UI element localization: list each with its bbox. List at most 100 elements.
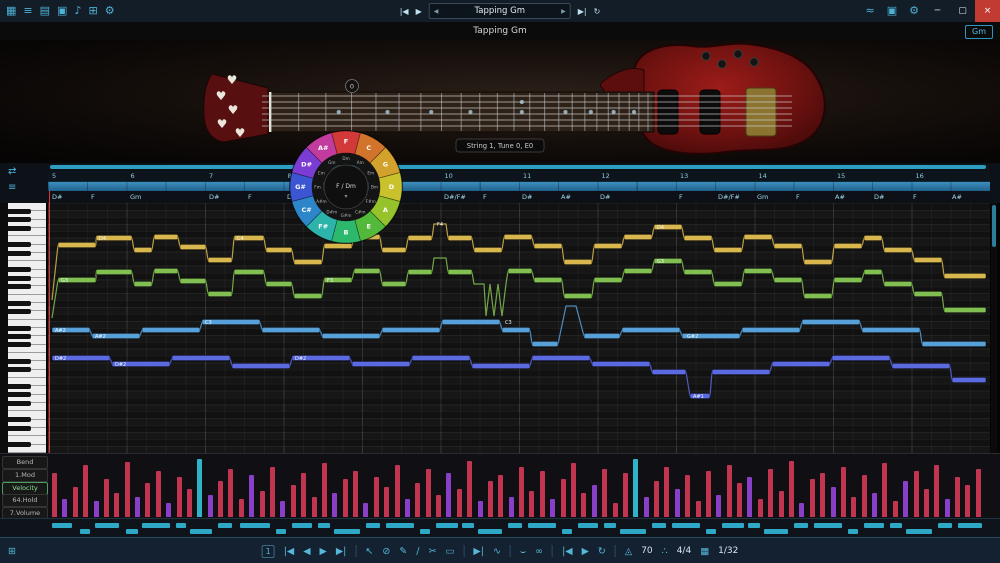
play-button[interactable]: ▶ (416, 7, 422, 16)
velocity-bar[interactable] (612, 503, 618, 517)
lane-velocity[interactable]: Velocity (2, 481, 48, 495)
black-key[interactable] (8, 275, 31, 281)
rewind-icon[interactable]: |◀ (562, 546, 573, 557)
overview-thumb[interactable] (50, 165, 986, 169)
midi-note[interactable] (503, 233, 533, 240)
chord-label[interactable]: A# (561, 193, 571, 201)
velocity-bar[interactable] (311, 497, 317, 517)
erase-tool-icon[interactable]: ▭ (445, 546, 454, 557)
velocity-bar[interactable] (955, 477, 961, 517)
black-key[interactable] (8, 325, 31, 331)
midi-note[interactable] (591, 360, 651, 367)
velocity-bar[interactable] (166, 503, 172, 517)
black-key[interactable] (8, 300, 31, 306)
midi-note[interactable] (943, 306, 987, 313)
duplicate-icon[interactable]: ⊞ (8, 546, 16, 557)
midi-note[interactable] (713, 246, 743, 253)
midi-note[interactable] (951, 376, 987, 383)
black-key[interactable] (8, 342, 31, 348)
midi-note[interactable] (261, 326, 321, 333)
velocity-bar[interactable] (446, 473, 452, 517)
velocity-bar[interactable] (394, 465, 400, 517)
lane-1mod[interactable]: 1.Mod (2, 468, 48, 482)
stats-view-icon[interactable]: ⊞ (88, 0, 97, 22)
midi-note[interactable] (563, 258, 593, 265)
velocity-bar[interactable] (135, 497, 141, 517)
midi-note[interactable] (381, 246, 407, 253)
midi-note[interactable] (533, 276, 563, 283)
midi-note[interactable] (913, 290, 943, 297)
lane-bend[interactable]: Bend (2, 456, 48, 469)
midi-note[interactable] (863, 268, 883, 275)
midi-note[interactable] (833, 242, 863, 249)
velocity-bar[interactable] (155, 471, 161, 517)
midi-note[interactable] (533, 242, 563, 249)
midi-note[interactable] (563, 292, 593, 299)
piano-keyboard[interactable] (8, 203, 46, 453)
midi-note[interactable] (711, 368, 771, 375)
black-key[interactable] (8, 425, 31, 431)
chord-label[interactable]: A# (835, 193, 845, 201)
midi-note[interactable] (233, 268, 265, 275)
velocity-bar[interactable] (737, 483, 743, 517)
tuner-heart-icon[interactable]: ♥ (235, 126, 246, 140)
velocity-bar[interactable] (519, 467, 525, 517)
score-view-icon[interactable]: ▤ (40, 0, 50, 22)
chord-label[interactable]: F (483, 193, 487, 201)
minimize-button[interactable]: ─ (925, 0, 950, 22)
midi-note[interactable] (531, 340, 559, 347)
chord-label[interactable]: F (913, 193, 917, 201)
midi-note[interactable] (861, 326, 921, 333)
velocity-bar[interactable] (415, 483, 421, 517)
midi-note[interactable] (153, 267, 179, 274)
midi-note[interactable] (447, 268, 473, 275)
midi-note[interactable] (803, 258, 833, 265)
velocity-bar[interactable] (913, 471, 919, 517)
velocity-bar[interactable] (176, 477, 182, 517)
list-icon[interactable]: ≡ (8, 182, 16, 193)
velocity-bar[interactable] (830, 487, 836, 517)
midi-note[interactable] (921, 340, 987, 347)
chord-label[interactable]: A# (952, 193, 962, 201)
midi-note[interactable] (913, 256, 943, 263)
midi-note[interactable] (57, 241, 97, 248)
chord-label[interactable]: Gm (130, 193, 141, 201)
midi-note[interactable] (501, 326, 531, 333)
midi-note[interactable] (231, 362, 291, 369)
velocity-bar[interactable] (321, 463, 327, 517)
velocity-bar[interactable] (280, 501, 286, 517)
velocity-bar[interactable] (602, 469, 608, 517)
midi-note[interactable] (171, 354, 231, 361)
field-next-icon[interactable]: ▶ (561, 8, 566, 15)
black-key[interactable] (8, 383, 31, 389)
velocity-bar[interactable] (529, 491, 535, 517)
tuner-heart-icon[interactable]: ♥ (228, 103, 239, 117)
chord-label[interactable]: F (679, 193, 683, 201)
black-key[interactable] (8, 308, 31, 314)
midi-note[interactable] (883, 246, 913, 253)
velocity-bar[interactable] (934, 465, 940, 517)
velocity-bar[interactable] (892, 501, 898, 517)
tuner-heart-icon[interactable]: ♥ (216, 89, 227, 103)
next-button[interactable]: ▶| (578, 7, 587, 16)
midi-note[interactable] (133, 246, 153, 253)
midi-note[interactable] (883, 280, 913, 287)
velocity-bar[interactable] (290, 485, 296, 517)
black-key[interactable] (8, 392, 31, 398)
zoom-icon[interactable]: ⇄ (8, 166, 16, 177)
snap-end-icon[interactable]: ▶| (473, 546, 484, 557)
velocity-bar[interactable] (633, 459, 639, 517)
velocity-bar[interactable] (757, 499, 763, 517)
midi-note[interactable] (621, 326, 681, 333)
velocity-bar[interactable] (436, 495, 442, 517)
black-key[interactable] (8, 417, 31, 423)
velocity-bar[interactable] (425, 469, 431, 517)
velocity-bar[interactable] (903, 481, 909, 517)
chord-label[interactable]: F (796, 193, 800, 201)
midi-note[interactable] (593, 242, 623, 249)
vertical-scrollbar[interactable] (991, 203, 997, 453)
velocity-bar[interactable] (622, 473, 628, 517)
midi-note[interactable] (351, 360, 411, 367)
midi-note[interactable] (447, 234, 473, 241)
velocity-bar[interactable] (52, 473, 57, 517)
